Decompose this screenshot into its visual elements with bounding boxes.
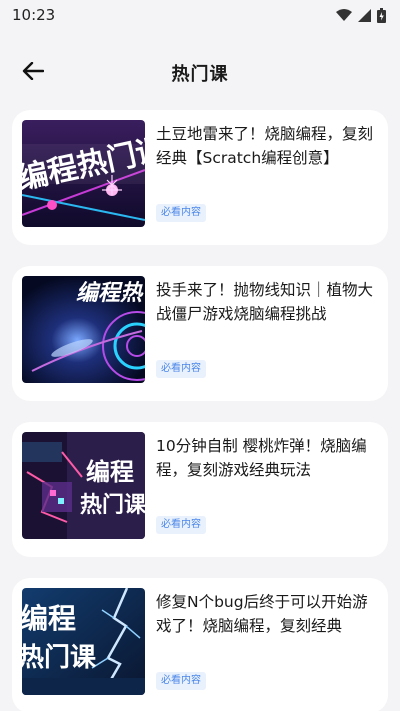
course-thumbnail: 编程热: [22, 276, 145, 383]
course-title: 土豆地雷来了！烧脑编程，复刻经典【Scratch编程创意】: [156, 125, 374, 167]
page-title: 热门课: [171, 64, 229, 85]
course-card[interactable]: 编程热门课 土豆地雷来了！烧脑编程，复刻经典【Scratch编程创意】 必看内容: [12, 110, 388, 245]
course-info: 投手来了！抛物线知识｜植物大战僵尸游戏烧脑编程挑战 必看内容: [156, 276, 376, 383]
status-time: 10:23: [12, 6, 56, 24]
back-button[interactable]: [18, 58, 48, 88]
course-info: 土豆地雷来了！烧脑编程，复刻经典【Scratch编程创意】 必看内容: [156, 120, 376, 227]
course-list: 编程热门课 土豆地雷来了！烧脑编程，复刻经典【Scratch编程创意】 必看内容: [12, 110, 388, 711]
back-arrow-icon: [22, 61, 45, 84]
course-thumbnail: 编程 热门课: [22, 432, 145, 539]
wifi-icon: [336, 8, 352, 22]
thumbnail-text-1: 编程: [22, 602, 76, 635]
thumbnail-text-1: 编程: [86, 458, 134, 486]
battery-icon: [377, 7, 386, 23]
status-icons: [336, 7, 386, 23]
course-title: 投手来了！抛物线知识｜植物大战僵尸游戏烧脑编程挑战: [156, 281, 374, 323]
course-info: 修复N个bug后终于可以开始游戏了！烧脑编程，复刻经典 必看内容: [156, 588, 376, 695]
course-thumbnail: 编程 热门课: [22, 588, 145, 695]
thumbnail-text-2: 热门课: [80, 492, 145, 518]
course-title: 10分钟自制 樱桃炸弹！烧脑编程，复刻游戏经典玩法: [156, 437, 367, 479]
must-see-tag: 必看内容: [156, 672, 206, 690]
thumbnail-text: 编程热: [76, 280, 144, 306]
course-card[interactable]: 编程热 投手来了！抛物线知识｜植物大战僵尸游戏烧脑编程挑战 必看内容: [12, 266, 388, 401]
course-thumbnail: 编程热门课: [22, 120, 145, 227]
course-info: 10分钟自制 樱桃炸弹！烧脑编程，复刻游戏经典玩法 必看内容: [156, 432, 376, 539]
signal-icon: [358, 8, 371, 22]
app-header: 热门课: [0, 50, 400, 96]
course-card[interactable]: 编程 热门课 10分钟自制 樱桃炸弹！烧脑编程，复刻游戏经典玩法 必看内容: [12, 422, 388, 557]
status-bar: 10:23: [0, 0, 400, 30]
course-title: 修复N个bug后终于可以开始游戏了！烧脑编程，复刻经典: [156, 593, 368, 635]
must-see-tag: 必看内容: [156, 516, 206, 534]
must-see-tag: 必看内容: [156, 360, 206, 378]
thumbnail-text-2: 热门课: [22, 643, 97, 673]
must-see-tag: 必看内容: [156, 204, 206, 222]
course-card[interactable]: 编程 热门课 修复N个bug后终于可以开始游戏了！烧脑编程，复刻经典 必看内容: [12, 578, 388, 711]
